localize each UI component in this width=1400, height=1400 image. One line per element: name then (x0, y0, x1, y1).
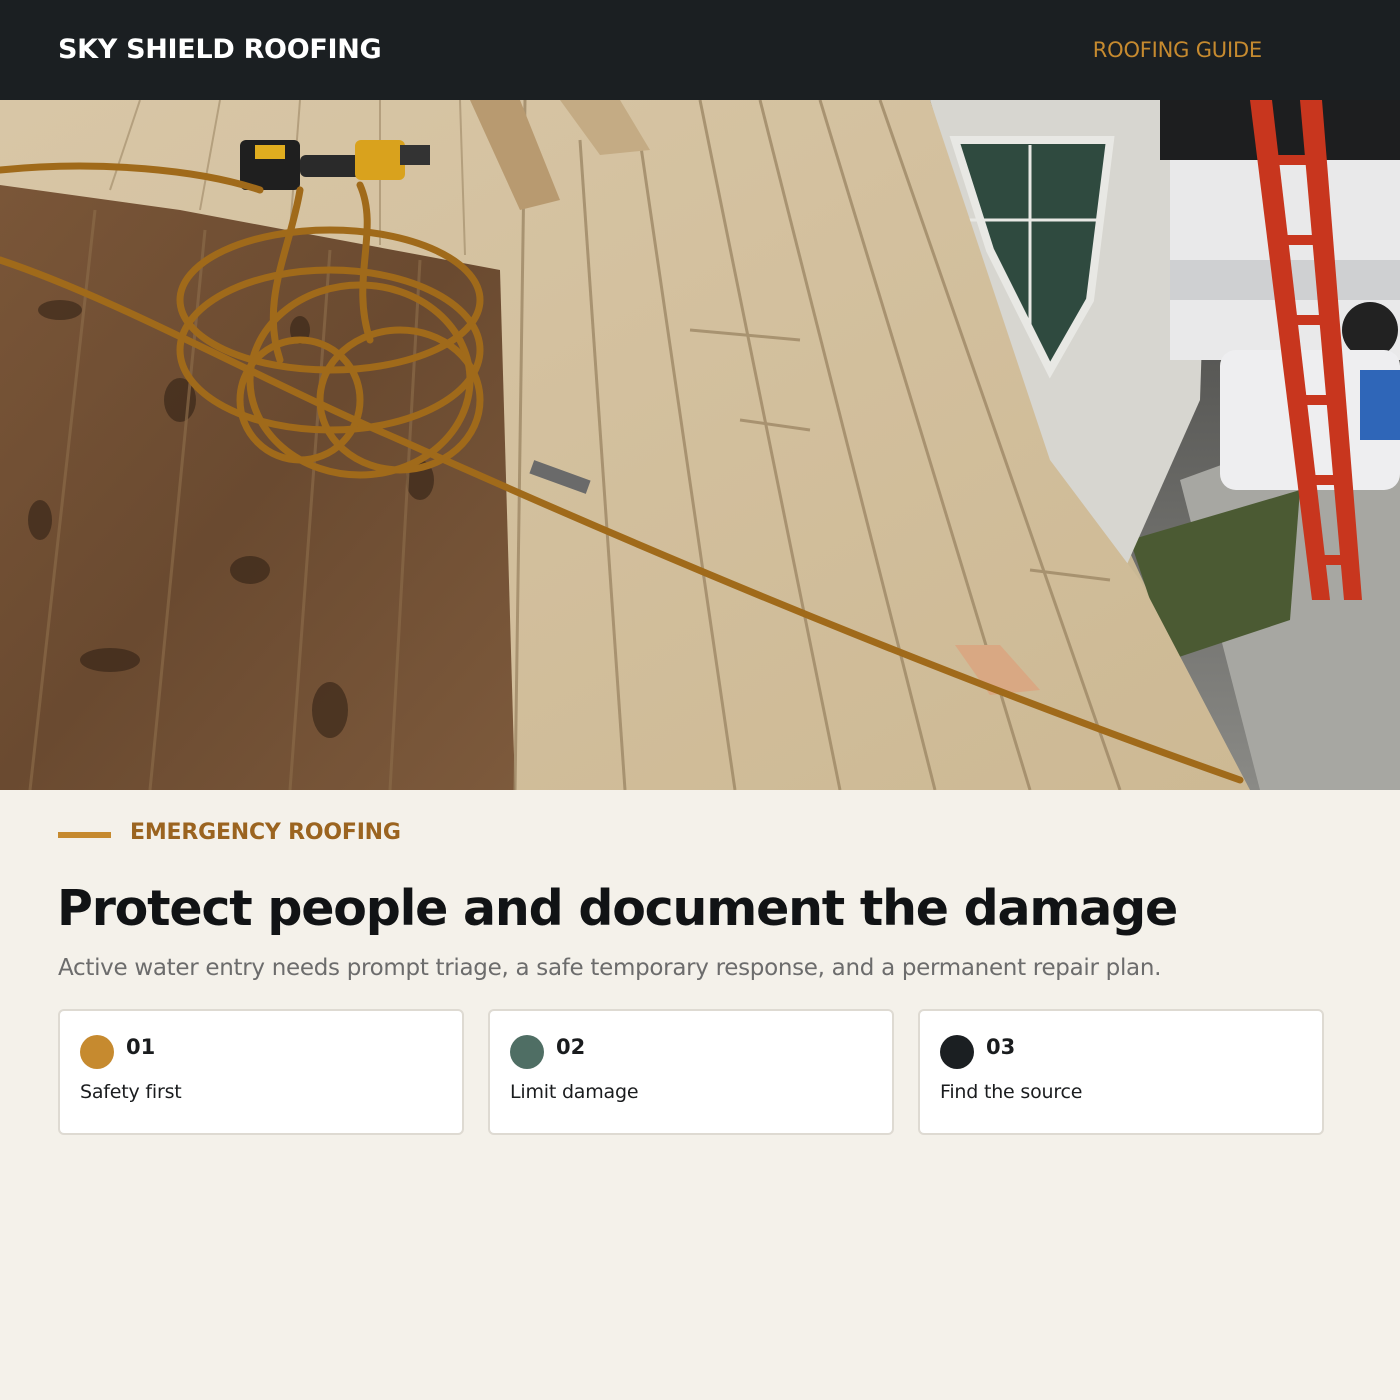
roofing-guide-link[interactable]: ROOFING GUIDE (1093, 38, 1262, 62)
step-dot-icon (80, 1035, 114, 1069)
step-dot-icon (940, 1035, 974, 1069)
hero-image (0, 100, 1400, 790)
step-card-safety[interactable]: 01 Safety first (58, 1009, 464, 1135)
step-dot-icon (510, 1035, 544, 1069)
page-subhead: Active water entry needs prompt triage, … (58, 955, 1162, 981)
step-label: Safety first (80, 1081, 182, 1103)
step-number: 01 (126, 1035, 156, 1059)
step-label: Limit damage (510, 1081, 639, 1103)
steps-list: 01 Safety first 02 Limit damage 03 Find … (58, 1009, 1328, 1139)
top-header: SKY SHIELD ROOFING ROOFING GUIDE (0, 0, 1400, 100)
brand-logo-text[interactable]: SKY SHIELD ROOFING (58, 34, 382, 65)
step-label: Find the source (940, 1081, 1083, 1103)
eyebrow-accent-bar (58, 832, 111, 838)
step-number: 03 (986, 1035, 1016, 1059)
page-headline: Protect people and document the damage (57, 880, 1178, 937)
step-card-limit-damage[interactable]: 02 Limit damage (488, 1009, 894, 1135)
roof-deck-photo (0, 100, 1400, 790)
section-eyebrow: EMERGENCY ROOFING (130, 820, 401, 845)
step-number: 02 (556, 1035, 586, 1059)
step-card-find-source[interactable]: 03 Find the source (918, 1009, 1324, 1135)
